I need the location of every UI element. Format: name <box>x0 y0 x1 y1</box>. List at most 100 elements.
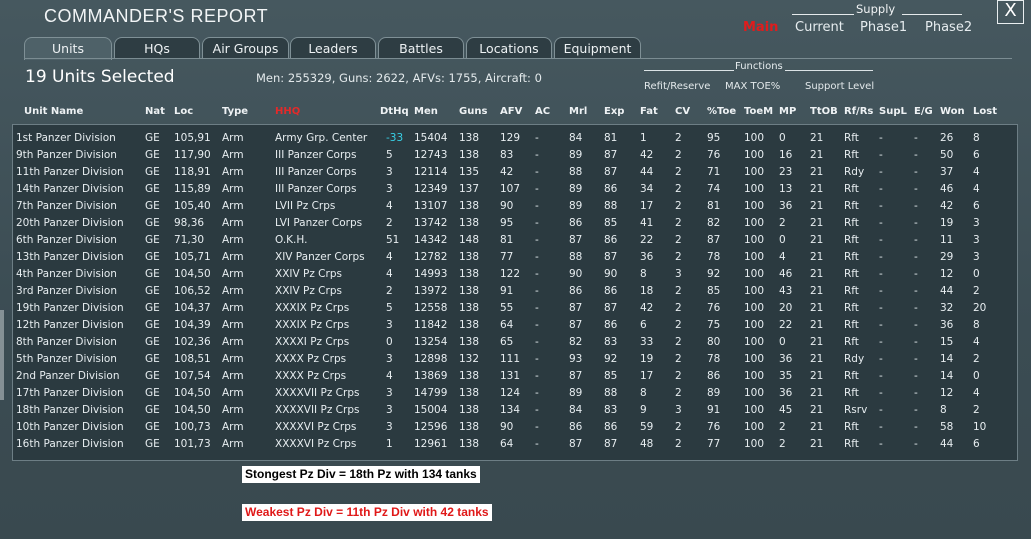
cell-lost: 4 <box>973 336 980 348</box>
cell-e-g: - <box>914 183 918 195</box>
cell-cv: 3 <box>675 404 682 416</box>
table-row[interactable]: 4th Panzer Division GE 104,50 Arm XXIV Pz Cr… <box>0 268 1031 285</box>
cell-hhq: XXIV Pz Crps <box>275 268 342 280</box>
column-header-toe-pct[interactable]: %Toe <box>707 106 736 117</box>
table-row[interactable]: 7th Panzer Division GE 105,40 Arm LVII Pz Cr… <box>0 200 1031 217</box>
cell-fat: 48 <box>640 438 654 450</box>
supply-title: Supply <box>791 2 963 16</box>
column-header-cv[interactable]: CV <box>675 106 690 117</box>
cell-mp: 0 <box>779 234 786 246</box>
tab-air-groups[interactable]: Air Groups <box>202 37 289 58</box>
column-header-ttob[interactable]: TtOB <box>810 106 838 117</box>
cell-type: Arm <box>222 234 244 246</box>
table-row[interactable]: 17th Panzer Division GE 104,50 Arm XXXXVII P… <box>0 387 1031 404</box>
cell-rf-rs: Rft <box>844 421 859 433</box>
cell-e-g: - <box>914 200 918 212</box>
column-header-loc[interactable]: Loc <box>174 106 193 117</box>
table-row[interactable]: 14th Panzer Division GE 115,89 Arm III Panze… <box>0 183 1031 200</box>
cell-e-g: - <box>914 302 918 314</box>
tab-leaders[interactable]: Leaders <box>290 37 376 58</box>
cell-exp: 86 <box>604 183 618 195</box>
table-row[interactable]: 12th Panzer Division GE 104,39 Arm XXXIX Pz … <box>0 319 1031 336</box>
cell-toem: 100 <box>744 234 765 246</box>
table-row[interactable]: 16th Panzer Division GE 101,73 Arm XXXXVI Pz… <box>0 438 1031 455</box>
table-row[interactable]: 5th Panzer Division GE 108,51 Arm XXXX Pz Cr… <box>0 353 1031 370</box>
function-max-toe[interactable]: MAX TOE% <box>725 81 780 92</box>
supply-option-phase2[interactable]: Phase2 <box>925 20 972 35</box>
column-header-unit-name[interactable]: Unit Name <box>24 106 83 117</box>
table-row[interactable]: 13th Panzer Division GE 105,71 Arm XIV Panze… <box>0 251 1031 268</box>
tab-units[interactable]: Units <box>24 37 112 60</box>
column-header-won[interactable]: Won <box>940 106 965 117</box>
table-row[interactable]: 9th Panzer Division GE 117,90 Arm III Panzer… <box>0 149 1031 166</box>
cell-toe-pct: 92 <box>707 268 721 280</box>
cell-guns: 138 <box>459 438 480 450</box>
supply-option-phase1[interactable]: Phase1 <box>860 20 907 35</box>
cell-ac: - <box>535 217 539 229</box>
column-header-dthq[interactable]: DtHq <box>380 106 409 117</box>
cell-cv: 2 <box>675 217 682 229</box>
cell-mrl: 84 <box>569 132 583 144</box>
cell-dthq: 3 <box>386 404 393 416</box>
cell-toe-pct: 86 <box>707 370 721 382</box>
cell-lost: 2 <box>973 404 980 416</box>
tab-equipment[interactable]: Equipment <box>554 37 641 58</box>
column-header-mrl[interactable]: Mrl <box>569 106 587 117</box>
column-header-nat[interactable]: Nat <box>145 106 165 117</box>
function-support-level[interactable]: Support Level <box>805 81 874 92</box>
cell-won: 19 <box>940 217 954 229</box>
table-row[interactable]: 18th Panzer Division GE 104,50 Arm XXXXVII P… <box>0 404 1031 421</box>
cell-rf-rs: Rdy <box>844 353 865 365</box>
column-header-mp[interactable]: MP <box>779 106 796 117</box>
table-row[interactable]: 20th Panzer Division GE 98,36 Arm LVI Panzer… <box>0 217 1031 234</box>
cell-supl: - <box>879 200 883 212</box>
column-header-ac[interactable]: AC <box>535 106 550 117</box>
cell-toem: 100 <box>744 285 765 297</box>
cell-hhq: XXXXVII Pz Crps <box>275 404 360 416</box>
cell-afv: 64 <box>500 438 514 450</box>
column-header-toem[interactable]: ToeM <box>744 106 773 117</box>
cell-toe-pct: 74 <box>707 183 721 195</box>
table-row[interactable]: 2nd Panzer Division GE 107,54 Arm XXXX Pz Cr… <box>0 370 1031 387</box>
column-header-exp[interactable]: Exp <box>604 106 624 117</box>
column-header-supl[interactable]: SupL <box>879 106 907 117</box>
function-refit-reserve[interactable]: Refit/Reserve <box>644 81 710 92</box>
cell-mrl: 89 <box>569 183 583 195</box>
cell-won: 44 <box>940 285 954 297</box>
column-header-e-g[interactable]: E/G <box>914 106 933 117</box>
table-row[interactable]: 10th Panzer Division GE 100,73 Arm XXXXVI Pz… <box>0 421 1031 438</box>
tab-locations[interactable]: Locations <box>466 37 552 58</box>
supply-option-current[interactable]: Current <box>795 20 844 35</box>
cell-type: Arm <box>222 387 244 399</box>
cell-hhq: XXXXI Pz Crps <box>275 336 350 348</box>
table-row[interactable]: 11th Panzer Division GE 118,91 Arm III Panze… <box>0 166 1031 183</box>
cell-type: Arm <box>222 336 244 348</box>
table-row[interactable]: 3rd Panzer Division GE 106,52 Arm XXIV Pz Cr… <box>0 285 1031 302</box>
cell-cv: 2 <box>675 200 682 212</box>
tab-battles[interactable]: Battles <box>378 37 464 58</box>
table-row[interactable]: 1st Panzer Division GE 105,91 Arm Army Grp. … <box>0 132 1031 149</box>
cell-e-g: - <box>914 336 918 348</box>
column-header-afv[interactable]: AFV <box>500 106 522 117</box>
column-header-lost[interactable]: Lost <box>973 106 997 117</box>
cell-dthq: 3 <box>386 387 393 399</box>
column-header-men[interactable]: Men <box>414 106 438 117</box>
table-row[interactable]: 6th Panzer Division GE 71,30 Arm O.K.H. 51 143… <box>0 234 1031 251</box>
table-row[interactable]: 19th Panzer Division GE 104,37 Arm XXXIX Pz … <box>0 302 1031 319</box>
column-header-guns[interactable]: Guns <box>459 106 487 117</box>
table-row[interactable]: 8th Panzer Division GE 102,36 Arm XXXXI Pz C… <box>0 336 1031 353</box>
column-header-type[interactable]: Type <box>222 106 248 117</box>
column-header-hhq[interactable]: HHQ <box>275 106 300 117</box>
cell-loc: 104,50 <box>174 387 211 399</box>
column-header-fat[interactable]: Fat <box>640 106 658 117</box>
cell-type: Arm <box>222 268 244 280</box>
cell-dthq: 3 <box>386 353 393 365</box>
column-header-rf-rs[interactable]: Rf/Rs <box>844 106 873 117</box>
tab-hqs[interactable]: HQs <box>114 37 200 58</box>
close-button[interactable]: X <box>997 0 1024 24</box>
cell-type: Arm <box>222 217 244 229</box>
cell-exp: 87 <box>604 149 618 161</box>
cell-exp: 86 <box>604 421 618 433</box>
cell-hhq: XXXXVII Pz Crps <box>275 387 360 399</box>
supply-option-main[interactable]: Main <box>743 20 778 35</box>
